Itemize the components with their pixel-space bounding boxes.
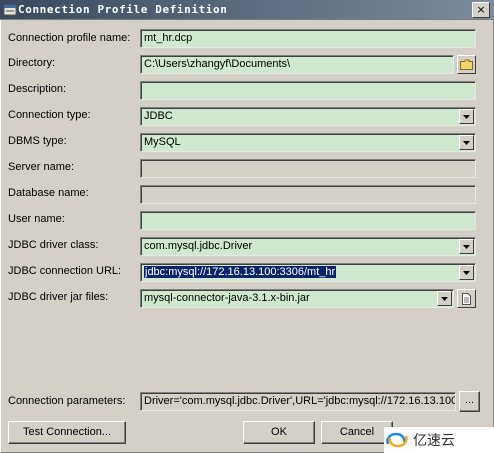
jdbc-connection-url-select[interactable]: jdbc:mysql://172.16.13.100:3306/mt_hr: [140, 263, 476, 282]
label-jdbc-driver-class: JDBC driver class:: [8, 239, 99, 251]
connection-parameters-value: Driver='com.mysql.jdbc.Driver',URL='jdbc…: [144, 395, 456, 407]
connection-parameters-field[interactable]: Driver='com.mysql.jdbc.Driver',URL='jdbc…: [140, 392, 456, 411]
chevron-down-icon: [463, 140, 470, 145]
user-name-input[interactable]: [140, 211, 476, 230]
watermark: 亿速云: [384, 427, 494, 453]
cancel-button[interactable]: Cancel: [321, 421, 393, 444]
label-server-name: Server name:: [8, 161, 75, 173]
ok-button[interactable]: OK: [243, 421, 315, 444]
label-directory: Directory:: [8, 57, 56, 69]
jdbc-driver-class-dropdown-button[interactable]: [459, 239, 474, 254]
chevron-down-icon: [463, 270, 470, 275]
label-jdbc-connection-url: JDBC connection URL:: [8, 265, 122, 277]
label-connection-profile-name: Connection profile name:: [8, 32, 131, 44]
app-icon: [3, 4, 17, 16]
dbms-type-select[interactable]: MySQL: [140, 133, 476, 152]
connection-profile-name-value: mt_hr.dcp: [144, 32, 193, 44]
jdbc-connection-url-value: jdbc:mysql://172.16.13.100:3306/mt_hr: [144, 266, 337, 278]
jdbc-driver-jar-files-select[interactable]: mysql-connector-java-3.1.x-bin.jar: [140, 289, 454, 308]
jdbc-driver-jar-files-dropdown-button[interactable]: [437, 291, 452, 306]
folder-icon: [460, 59, 473, 70]
directory-value: C:\Users\zhangyf\Documents\: [144, 58, 291, 70]
close-button[interactable]: ×: [472, 2, 490, 18]
directory-browse-button[interactable]: [457, 55, 476, 74]
jdbc-driver-jar-files-value: mysql-connector-java-3.1.x-bin.jar: [144, 292, 310, 304]
description-input[interactable]: [140, 81, 476, 100]
jdbc-driver-class-select[interactable]: com.mysql.jdbc.Driver: [140, 237, 476, 256]
chevron-down-icon: [463, 114, 470, 119]
test-connection-button[interactable]: Test Connection...: [8, 421, 126, 444]
connection-type-dropdown-button[interactable]: [459, 109, 474, 124]
label-connection-type: Connection type:: [8, 109, 91, 121]
label-user-name: User name:: [8, 213, 65, 225]
watermark-logo-icon: [386, 432, 408, 448]
server-name-input[interactable]: [140, 159, 476, 178]
jdbc-driver-class-value: com.mysql.jdbc.Driver: [144, 240, 253, 252]
directory-input[interactable]: C:\Users\zhangyf\Documents\: [140, 55, 454, 74]
connection-type-value: JDBC: [144, 110, 173, 122]
watermark-text: 亿速云: [413, 433, 455, 449]
jar-browse-button[interactable]: [457, 289, 476, 308]
chevron-down-icon: [463, 244, 470, 249]
dbms-type-dropdown-button[interactable]: [459, 135, 474, 150]
connection-type-select[interactable]: JDBC: [140, 107, 476, 126]
document-icon: [462, 292, 471, 305]
jdbc-connection-url-dropdown-button[interactable]: [459, 265, 474, 280]
label-dbms-type: DBMS type:: [8, 135, 67, 147]
label-connection-parameters: Connection parameters:: [8, 395, 126, 407]
label-database-name: Database name:: [8, 187, 89, 199]
connection-profile-name-input[interactable]: mt_hr.dcp: [140, 29, 476, 48]
title-bar: Connection Profile Definition ×: [0, 0, 494, 20]
window-title: Connection Profile Definition: [18, 3, 228, 16]
label-jdbc-driver-jar-files: JDBC driver jar files:: [8, 291, 109, 303]
chevron-down-icon: [441, 296, 448, 301]
database-name-input[interactable]: [140, 185, 476, 204]
dbms-type-value: MySQL: [144, 136, 181, 148]
connection-parameters-button[interactable]: ...: [459, 391, 480, 412]
label-description: Description:: [8, 83, 67, 95]
